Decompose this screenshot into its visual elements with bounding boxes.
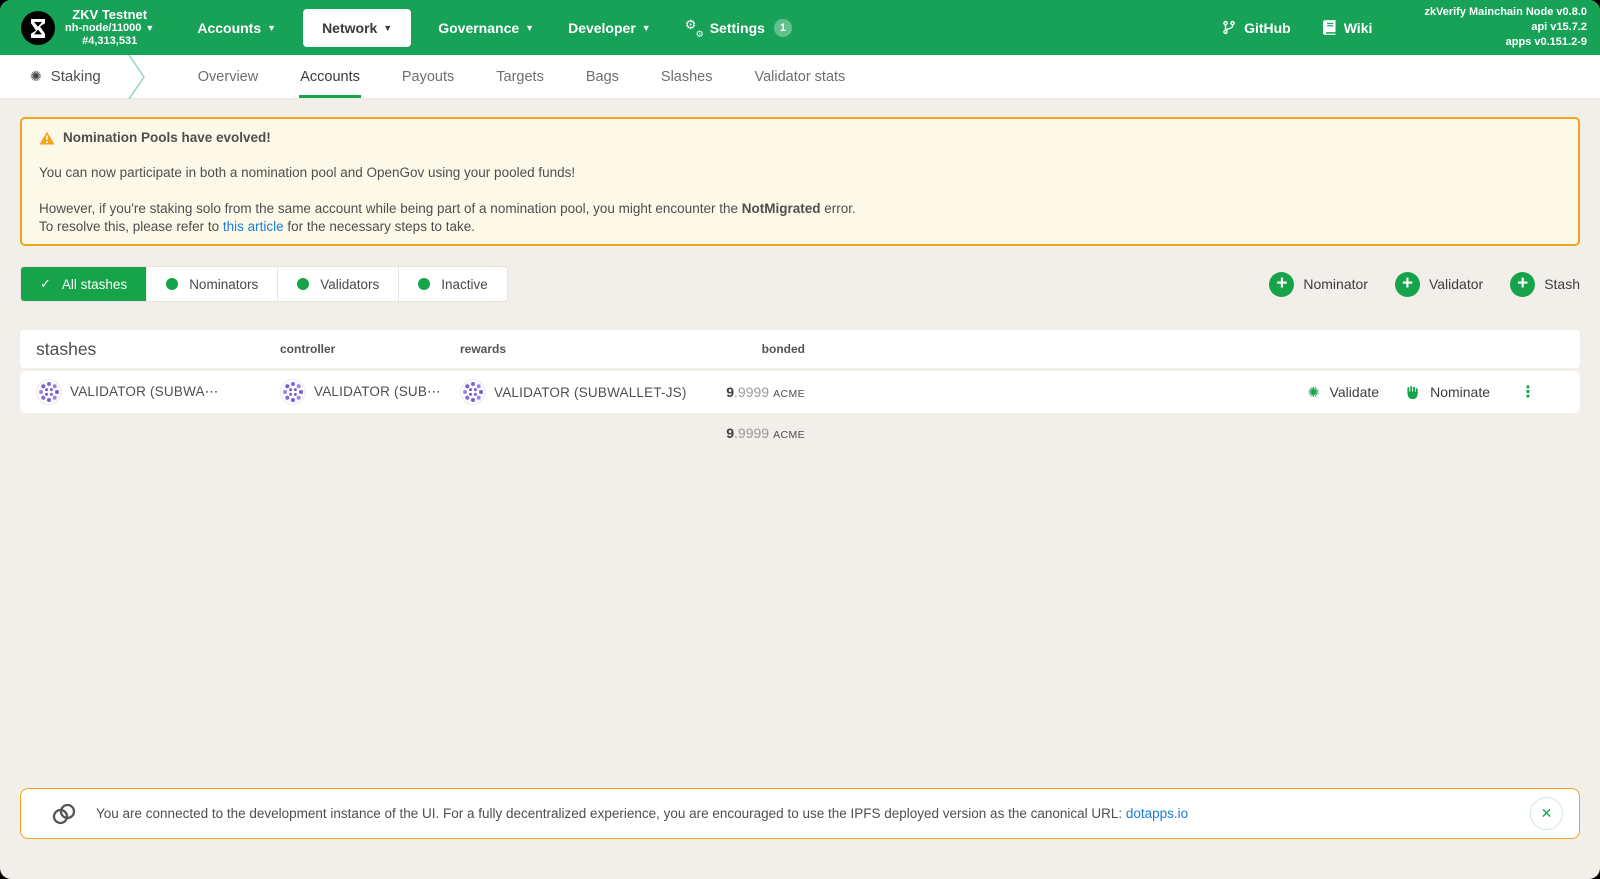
notice-title: Nomination Pools have evolved! [63, 130, 271, 145]
tab-bar: ✺ Staking Overview Accounts Payouts Targ… [0, 55, 1600, 99]
article-link[interactable]: this article [223, 219, 284, 234]
identicon[interactable] [280, 379, 306, 405]
wiki-link[interactable]: Wiki [1323, 20, 1373, 36]
controller-account-cell[interactable]: VALIDATOR (SUB⋯ [280, 379, 460, 405]
identicon[interactable] [36, 379, 62, 405]
column-header-controller: controller [280, 342, 460, 356]
green-dot-icon [297, 278, 309, 290]
menu-settings[interactable]: ⚙⚙ Settings 1 [668, 0, 809, 55]
block-number: #4,313,531 [65, 35, 154, 48]
menu-network[interactable]: Network ▼ [303, 9, 411, 47]
dev-instance-banner: You are connected to the development ins… [20, 788, 1580, 839]
chevron-down-icon: ▼ [145, 23, 154, 34]
close-icon: ✕ [1541, 805, 1553, 822]
total-bonded-amount: 9.9999ACME [700, 425, 805, 441]
chevron-down-icon: ▼ [383, 23, 392, 33]
book-icon [1323, 20, 1336, 35]
token-unit: ACME [773, 388, 805, 400]
chevron-down-icon: ▼ [642, 23, 651, 33]
chevron-down-icon: ▼ [267, 23, 276, 33]
row-actions: ✺ Validate Nominate ⋮ [1308, 382, 1536, 402]
filter-nominators[interactable]: Nominators [146, 267, 277, 301]
chevron-down-icon: ▼ [525, 23, 534, 33]
green-dot-icon [166, 278, 178, 290]
zkverify-logo-icon [21, 11, 55, 45]
version-info: zkVerify Mainchain Node v0.8.0 api v15.7… [1424, 5, 1600, 50]
tab-validator-stats[interactable]: Validator stats [734, 55, 867, 98]
add-validator-button[interactable]: + Validator [1395, 272, 1483, 297]
column-header-stashes: stashes [36, 339, 280, 360]
plus-icon: + [1395, 272, 1420, 297]
token-unit: ACME [773, 429, 805, 441]
add-stash-button[interactable]: + Stash [1510, 272, 1580, 297]
rewards-account-name: VALIDATOR (SUBWALLET-JS) [494, 385, 687, 400]
table-summary-row: 9.9999ACME [20, 413, 1580, 453]
warning-icon [39, 131, 55, 145]
rewards-account-cell[interactable]: VALIDATOR (SUBWALLET-JS) [460, 379, 700, 405]
plus-icon: + [1269, 272, 1294, 297]
apps-version: apps v0.151.2-9 [1424, 35, 1587, 50]
identicon[interactable] [460, 379, 486, 405]
link-chain-icon [51, 802, 77, 826]
green-dot-icon [418, 278, 430, 290]
bonded-amount: 9.9999ACME [700, 384, 805, 400]
node-version: zkVerify Mainchain Node v0.8.0 [1424, 5, 1587, 20]
network-selector[interactable]: ZKV Testnet nh-node/11000 ▼ #4,313,531 [0, 7, 154, 49]
api-version: api v15.7.2 [1424, 20, 1587, 35]
notice-paragraph-1: You can now participate in both a nomina… [39, 165, 1561, 180]
dotapps-link[interactable]: dotapps.io [1126, 806, 1188, 821]
nomination-pools-notice: Nomination Pools have evolved! You can n… [20, 117, 1580, 246]
filter-validators[interactable]: Validators [277, 267, 398, 301]
filter-inactive[interactable]: Inactive [398, 267, 507, 301]
tab-slashes[interactable]: Slashes [640, 55, 734, 98]
notice-paragraph-2: However, if you're staking solo from the… [39, 200, 1561, 235]
node-name: nh-node/11000 [65, 22, 141, 35]
external-links: GitHub Wiki [1222, 20, 1372, 36]
close-banner-button[interactable]: ✕ [1530, 797, 1563, 830]
certificate-icon: ✺ [30, 68, 42, 85]
main-menu: Accounts ▼ Network ▼ Governance ▼ Develo… [180, 0, 809, 55]
plus-icon: + [1510, 272, 1535, 297]
kebab-menu-icon[interactable]: ⋮ [1520, 382, 1536, 402]
top-header: ZKV Testnet nh-node/11000 ▼ #4,313,531 A… [0, 0, 1600, 55]
tab-accounts[interactable]: Accounts [279, 55, 381, 98]
dev-instance-text: You are connected to the development ins… [96, 806, 1188, 821]
git-branch-icon [1222, 20, 1236, 35]
add-buttons: + Nominator + Validator + Stash [1269, 272, 1580, 297]
menu-governance[interactable]: Governance ▼ [421, 0, 551, 55]
stash-account-cell[interactable]: VALIDATOR (SUBWA⋯ [36, 379, 280, 405]
filter-all-stashes[interactable]: ✓ All stashes [21, 267, 146, 301]
network-info: ZKV Testnet nh-node/11000 ▼ #4,313,531 [65, 7, 154, 49]
accounts-toolbar: ✓ All stashes Nominators Validators Inac… [20, 266, 1580, 302]
network-name: ZKV Testnet [65, 7, 154, 23]
hand-icon [1405, 385, 1420, 400]
stash-filter-group: ✓ All stashes Nominators Validators Inac… [20, 266, 508, 302]
gears-icon: ⚙⚙ [685, 20, 704, 36]
certificate-icon: ✺ [1308, 384, 1320, 401]
add-nominator-button[interactable]: + Nominator [1269, 272, 1368, 297]
column-header-bonded: bonded [700, 342, 805, 356]
not-migrated-error: NotMigrated [742, 201, 821, 216]
stashes-table-header: stashes controller rewards bonded [20, 330, 1580, 368]
table-row: VALIDATOR (SUBWA⋯ VALIDATOR (SUB⋯ [20, 371, 1580, 413]
menu-developer[interactable]: Developer ▼ [551, 0, 668, 55]
controller-account-name: VALIDATOR (SUB⋯ [314, 384, 441, 400]
check-icon: ✓ [40, 276, 51, 292]
menu-accounts[interactable]: Accounts ▼ [180, 0, 293, 55]
tab-overview[interactable]: Overview [177, 55, 279, 98]
validate-button[interactable]: ✺ Validate [1308, 384, 1379, 401]
tab-bags[interactable]: Bags [565, 55, 640, 98]
staking-tabs: Overview Accounts Payouts Targets Bags S… [177, 55, 867, 98]
stash-account-name: VALIDATOR (SUBWA⋯ [70, 384, 218, 400]
tab-payouts[interactable]: Payouts [381, 55, 475, 98]
tab-targets[interactable]: Targets [475, 55, 565, 98]
app-title-staking[interactable]: ✺ Staking [0, 55, 127, 98]
settings-badge: 1 [774, 19, 792, 37]
chevron-separator-icon [127, 55, 149, 99]
column-header-rewards: rewards [460, 342, 700, 356]
github-link[interactable]: GitHub [1222, 20, 1291, 36]
app-window: ZKV Testnet nh-node/11000 ▼ #4,313,531 A… [0, 0, 1600, 879]
nominate-button[interactable]: Nominate [1405, 384, 1490, 400]
